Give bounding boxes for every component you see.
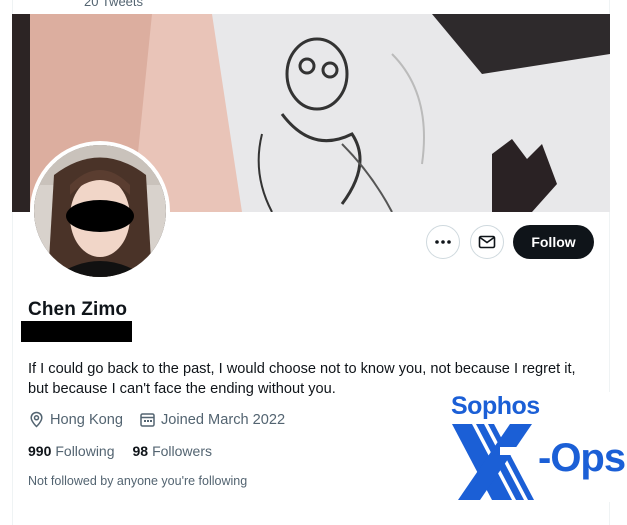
tweets-count: 20 Tweets: [84, 0, 144, 9]
follow-button[interactable]: Follow: [513, 225, 594, 259]
follow-stats: 990 Following 98 Followers: [28, 443, 230, 459]
avatar[interactable]: [30, 141, 170, 281]
more-icon: [435, 240, 451, 244]
location-text: Hong Kong: [50, 411, 124, 428]
ops-wordmark: -Ops: [538, 436, 626, 480]
mail-icon: [478, 235, 496, 249]
sophos-xops-watermark: Sophos -Ops: [448, 392, 627, 502]
message-button[interactable]: [470, 225, 504, 259]
x-logo-mark: [452, 424, 534, 500]
redacted-handle: [21, 321, 132, 342]
followers-count: 98: [132, 443, 149, 459]
following-count: 990: [28, 443, 52, 459]
profile-name: Chen Zimo: [28, 299, 128, 320]
location-pin-icon: [30, 411, 43, 428]
more-button[interactable]: [426, 225, 460, 259]
calendar-icon: [140, 413, 155, 427]
not-followed-note: Not followed by anyone you're following: [28, 474, 248, 488]
avatar-image: [34, 145, 166, 277]
followers-link[interactable]: 98 Followers: [133, 443, 212, 459]
joined-date: Joined March 2022: [139, 411, 285, 428]
followers-label: Followers: [152, 443, 212, 459]
following-label: Following: [55, 443, 115, 459]
location: Hong Kong: [28, 411, 123, 428]
joined-text: Joined March 2022: [161, 411, 286, 428]
sophos-wordmark: Sophos: [451, 392, 540, 420]
following-link[interactable]: 990 Following: [28, 443, 115, 459]
